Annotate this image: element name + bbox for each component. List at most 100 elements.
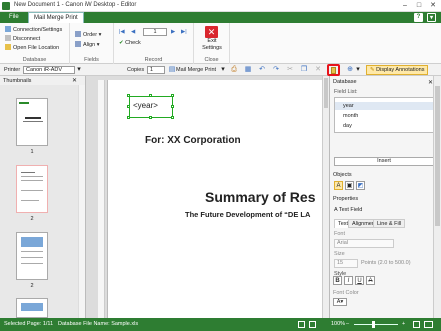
copies-label: Copies	[127, 67, 145, 73]
disconnect-button[interactable]: Disconnect	[5, 35, 40, 43]
fit-page-icon[interactable]	[298, 321, 305, 328]
minimize-button[interactable]: –	[399, 1, 411, 11]
app-icon	[2, 2, 10, 10]
connection-settings-button[interactable]: Connection/Settings	[5, 26, 62, 34]
record-group: |◀ ◀ 1 ▶ ▶| ✔ Check Record	[114, 23, 194, 64]
font-select[interactable]: Arial	[334, 239, 394, 248]
insert-button[interactable]: Insert	[334, 157, 434, 166]
open-file-location-button[interactable]: Open File Location	[5, 44, 59, 52]
window-title: New Document 1 - Canon iW Desktop - Edit…	[14, 2, 137, 8]
database-file-status: Database File Name: Sample.xls	[58, 321, 139, 327]
thumbnail-page[interactable]	[16, 298, 48, 318]
text-object-icon[interactable]: A	[334, 181, 343, 190]
last-record-icon[interactable]: ▶|	[181, 29, 187, 36]
zoom-tool-chevron-icon[interactable]: ▾	[355, 66, 361, 74]
thumbnail-number: 2	[30, 283, 34, 289]
printer-select[interactable]: Canon iR-ADV	[23, 66, 75, 74]
undo-icon[interactable]: ↶	[258, 66, 266, 74]
grid-icon[interactable]: ▦	[244, 66, 252, 74]
image-object-icon[interactable]: ▣	[345, 181, 354, 190]
exit-settings-icon[interactable]: ✕	[205, 26, 218, 38]
panel-scrollbar[interactable]	[433, 76, 441, 318]
fit-width-icon[interactable]	[309, 321, 316, 328]
thumbnails-scrollbar[interactable]	[78, 85, 85, 318]
resize-handle[interactable]	[171, 116, 174, 119]
multi-page-icon[interactable]	[424, 321, 433, 328]
list-item[interactable]: month	[335, 112, 433, 120]
previous-record-icon[interactable]: ◀	[131, 29, 135, 36]
tab-mail-merge-print[interactable]: Mail Merge Print	[28, 12, 84, 23]
order-icon	[75, 31, 81, 37]
next-record-icon[interactable]: ▶	[171, 29, 175, 36]
settings-label[interactable]: Settings	[194, 45, 230, 52]
single-page-icon[interactable]	[413, 321, 420, 328]
copies-input[interactable]: 1	[147, 66, 165, 74]
zoom-in-button[interactable]: +	[402, 321, 405, 327]
size-input[interactable]: 15	[334, 259, 358, 268]
zoom-slider-track[interactable]	[354, 324, 398, 325]
italic-button[interactable]: I	[344, 276, 353, 285]
shape-object-icon[interactable]: ◩	[356, 181, 365, 190]
record-number-input[interactable]: 1	[143, 28, 167, 36]
thumbnail-page[interactable]	[16, 165, 48, 213]
strikethrough-button[interactable]: A	[366, 276, 375, 285]
thumbnail-number: 2	[30, 216, 34, 222]
zoom-slider-knob[interactable]	[372, 321, 375, 328]
vertical-ruler	[98, 80, 105, 318]
redo-icon[interactable]: ↷	[272, 66, 280, 74]
help-icon[interactable]: ?	[414, 13, 423, 22]
cut-icon[interactable]: ✂	[286, 66, 294, 74]
display-annotations-button[interactable]: ✎ Display Annotations	[366, 65, 429, 75]
export-icon[interactable]: ⎙	[230, 66, 238, 74]
resize-handle[interactable]	[171, 105, 174, 108]
close-group-label: Close	[204, 57, 219, 63]
zoom-tool-icon[interactable]: ⊕	[346, 66, 354, 74]
paste-button[interactable]	[327, 64, 340, 76]
font-label: Font	[334, 231, 346, 237]
chevron-down-icon[interactable]: ▾	[76, 66, 82, 74]
tab-line-fill[interactable]: Line & Fill	[373, 219, 406, 228]
record-group-label: Record	[144, 57, 163, 63]
thumbnail-page[interactable]	[16, 232, 48, 280]
close-window-button[interactable]: ✕	[427, 1, 439, 11]
document-subheading: The Future Development of “DE LA	[185, 210, 311, 219]
print-mode-chevron-icon[interactable]: ▾	[220, 66, 226, 74]
options-icon[interactable]: ▾	[427, 13, 436, 22]
thumbnail-page[interactable]	[16, 98, 48, 146]
zoom-out-button[interactable]: –	[346, 321, 349, 327]
font-color-picker[interactable]: A▾	[333, 298, 347, 306]
order-button[interactable]: Order ▾	[75, 31, 101, 39]
resize-handle[interactable]	[127, 105, 130, 108]
selected-page-status: Selected Page: 1/11	[4, 321, 54, 327]
resize-handle[interactable]	[149, 94, 152, 97]
print-mode-button[interactable]: Mail Merge Print	[176, 67, 216, 73]
tab-file[interactable]: File	[4, 12, 24, 23]
ribbon: Connection/Settings Disconnect Open File…	[0, 23, 441, 64]
bold-button[interactable]: B	[333, 276, 342, 285]
list-item[interactable]: year	[335, 102, 433, 110]
resize-handle[interactable]	[127, 94, 130, 97]
document-heading: Summary of Res	[205, 189, 316, 205]
underline-button[interactable]: U	[355, 276, 364, 285]
resize-handle[interactable]	[171, 94, 174, 97]
check-icon: ✔	[119, 40, 124, 46]
maximize-button[interactable]: □	[413, 1, 425, 11]
database-group-label: Database	[22, 57, 47, 63]
resize-handle[interactable]	[149, 116, 152, 119]
print-toolbar: Printer Canon iR-ADV ▾ Copies 1 ▤ Mail M…	[0, 64, 441, 76]
exit-label[interactable]: Exit	[194, 38, 230, 45]
status-bar: Selected Page: 1/11 Database File Name: …	[0, 318, 441, 331]
resize-handle[interactable]	[127, 116, 130, 119]
check-button[interactable]: ✔ Check	[119, 40, 141, 47]
align-icon	[75, 41, 81, 47]
editor-scrollbar[interactable]	[322, 76, 329, 318]
align-button[interactable]: Align ▾	[75, 41, 100, 49]
close-thumbnails-icon[interactable]: ✕	[72, 77, 77, 84]
first-record-icon[interactable]: |◀	[119, 29, 125, 36]
disconnect-icon	[5, 35, 11, 41]
copy-icon[interactable]: ❐	[300, 66, 308, 74]
list-item[interactable]: day	[335, 122, 433, 130]
objects-section-title: Objects	[333, 172, 352, 178]
delete-icon[interactable]: ✕	[314, 66, 322, 74]
year-text-field[interactable]: <year>	[129, 96, 173, 118]
